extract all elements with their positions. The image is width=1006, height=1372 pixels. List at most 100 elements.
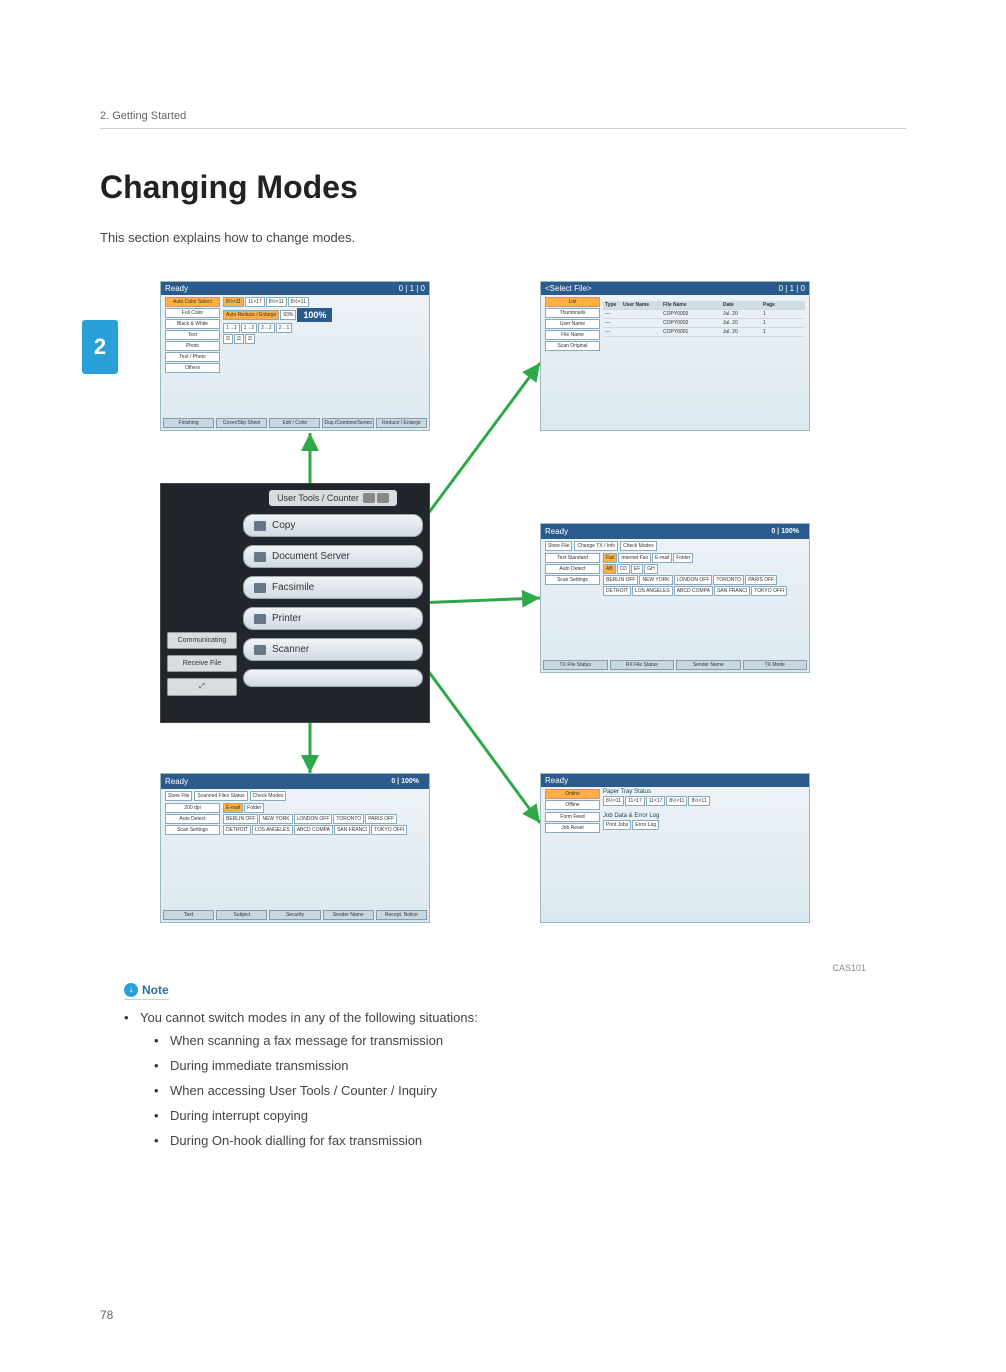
table-row[interactable]: — COPY0001 Jul. 20 1 xyxy=(603,328,805,337)
fax-tab[interactable]: Folder xyxy=(673,553,693,563)
menu-item-printer[interactable]: Printer xyxy=(243,607,423,630)
fax-top-btn[interactable]: Store File xyxy=(545,541,572,551)
tray-btn[interactable]: 8½×11 xyxy=(603,796,624,806)
dest-item[interactable]: NEW YORK xyxy=(259,814,292,824)
fax-side-btn[interactable]: Auto Detect xyxy=(545,564,600,574)
auto-reduce-btn[interactable]: Auto Reduce / Enlarge xyxy=(223,310,279,320)
staple-btn[interactable]: ⎚ xyxy=(223,334,233,344)
dest-item[interactable]: LONDON OFF xyxy=(674,575,713,585)
scanner-tab[interactable]: Folder xyxy=(244,803,264,813)
layout-btn[interactable]: 2→2 xyxy=(258,323,275,333)
scanner-footer-tab[interactable]: Subject xyxy=(216,910,267,920)
copier-side-btn[interactable]: Black & White xyxy=(165,319,220,329)
copier-footer-tab[interactable]: Dup./Combine/Series xyxy=(322,418,374,428)
paper-tray-btn[interactable]: 11×17 xyxy=(245,297,265,307)
scanner-footer-tab[interactable]: Text xyxy=(163,910,214,920)
tray-btn[interactable]: 8½×11 xyxy=(666,796,687,806)
dest-btn[interactable]: CD xyxy=(617,564,630,574)
copier-footer-tab[interactable]: Reduce / Enlarge xyxy=(376,418,427,428)
copier-side-btn[interactable]: Text xyxy=(165,330,220,340)
dest-item[interactable]: BERLIN OFF xyxy=(603,575,638,585)
copier-footer-tab[interactable]: Finishing xyxy=(163,418,214,428)
ds-left-tab[interactable]: File Name xyxy=(545,330,600,340)
ds-left-tab[interactable]: Scan Original xyxy=(545,341,600,351)
menu-item-scanner[interactable]: Scanner xyxy=(243,638,423,661)
dest-item[interactable]: TORONTO xyxy=(333,814,364,824)
scanner-footer-tab[interactable]: Security xyxy=(269,910,320,920)
error-log-btn[interactable]: Error Log xyxy=(632,820,659,830)
fax-side-btn[interactable]: Text Standard xyxy=(545,553,600,563)
tray-btn[interactable]: 11×17 xyxy=(625,796,645,806)
fax-tab[interactable]: E-mail xyxy=(652,553,672,563)
table-row[interactable]: — COPY0002 Jul. 20 1 xyxy=(603,319,805,328)
dest-item[interactable]: DETROIT xyxy=(603,586,631,596)
paper-tray-btn[interactable]: 8½×11 xyxy=(266,297,287,307)
print-jobs-btn[interactable]: Print Jobs xyxy=(603,820,631,830)
staple-btn[interactable]: ⎚ xyxy=(234,334,244,344)
scanner-top-btn[interactable]: Store File xyxy=(165,791,192,801)
fax-top-btn[interactable]: Check Modes xyxy=(620,541,657,551)
table-row[interactable]: — COPY0003 Jul. 20 1 xyxy=(603,310,805,319)
fax-side-btn[interactable]: Scan Settings xyxy=(545,575,600,585)
dest-item[interactable]: ABCD COMPA xyxy=(294,825,333,835)
scanner-side-btn[interactable]: Scan Settings xyxy=(165,825,220,835)
copier-side-btn[interactable]: Others xyxy=(165,363,220,373)
scanner-top-btn[interactable]: Scanned Files Status xyxy=(194,791,247,801)
dest-item[interactable]: PARIS OFF xyxy=(745,575,777,585)
printer-formfeed[interactable]: Form Feed xyxy=(545,812,600,822)
scanner-side-btn[interactable]: Auto Detect xyxy=(165,814,220,824)
dest-btn[interactable]: GH xyxy=(644,564,658,574)
menu-item-facsimile[interactable]: Facsimile xyxy=(243,576,423,599)
staple-btn[interactable]: ⎚ xyxy=(245,334,255,344)
dest-item[interactable]: TOKYO OFFI xyxy=(751,586,787,596)
layout-btn[interactable]: 2→1 xyxy=(276,323,293,333)
copier-side-btn[interactable]: Full Color xyxy=(165,308,220,318)
dest-item[interactable]: DETROIT xyxy=(223,825,251,835)
ds-left-tab[interactable]: List xyxy=(545,297,600,307)
fax-tab[interactable]: Fax xyxy=(603,553,617,563)
dest-item[interactable]: SAN FRANCI xyxy=(714,586,750,596)
scanner-tab[interactable]: E-mail xyxy=(223,803,243,813)
fax-side: Text Standard Auto Detect Scan Settings xyxy=(545,553,600,596)
ds-left-tab[interactable]: User Name xyxy=(545,319,600,329)
scanner-footer-tab[interactable]: Recept. Notice xyxy=(376,910,427,920)
fax-footer-tab[interactable]: TX File Status xyxy=(543,660,608,670)
dest-item[interactable]: NEW YORK xyxy=(639,575,672,585)
dest-item[interactable]: BERLIN OFF xyxy=(223,814,258,824)
fax-footer-tab[interactable]: TX Mode xyxy=(743,660,808,670)
dest-btn[interactable]: EF xyxy=(631,564,643,574)
dest-item[interactable]: LONDON OFF xyxy=(294,814,333,824)
fax-tab[interactable]: Internet Fax xyxy=(618,553,651,563)
scanner-top-btn[interactable]: Check Modes xyxy=(250,791,287,801)
copier-footer-tab[interactable]: Edit / Color xyxy=(269,418,320,428)
menu-item-copy[interactable]: Copy xyxy=(243,514,423,537)
fax-footer-tab[interactable]: Sender Name xyxy=(676,660,741,670)
menu-item-document-server[interactable]: Document Server xyxy=(243,545,423,568)
scanner-side-btn[interactable]: 200 dpi xyxy=(165,803,220,813)
printer-jobreset[interactable]: Job Reset xyxy=(545,823,600,833)
copier-side-btn[interactable]: Text / Photo xyxy=(165,352,220,362)
paper-tray-btn[interactable]: 8½×11 xyxy=(288,297,309,307)
dest-item[interactable]: SAN FRANCI xyxy=(334,825,370,835)
dest-item[interactable]: TOKYO OFFI xyxy=(371,825,407,835)
tray-btn[interactable]: 11×17 xyxy=(646,796,666,806)
fax-footer-tab[interactable]: RX File Status xyxy=(610,660,675,670)
dest-item[interactable]: PARIS OFF xyxy=(365,814,397,824)
copier-side-btn[interactable]: Photo xyxy=(165,341,220,351)
printer-offline-btn[interactable]: Offline xyxy=(545,800,600,810)
copier-footer-tab[interactable]: Cover/Slip Sheet xyxy=(216,418,267,428)
ds-left-tab[interactable]: Thumbnails xyxy=(545,308,600,318)
tray-btn[interactable]: 8½×11 xyxy=(688,796,709,806)
layout-btn[interactable]: 1→2 xyxy=(241,323,258,333)
fax-top-btn[interactable]: Change TX / Info xyxy=(574,541,618,551)
scanner-footer-tab[interactable]: Sender Name xyxy=(323,910,374,920)
dest-btn[interactable]: AB xyxy=(603,564,616,574)
paper-tray-btn[interactable]: 8½×11 xyxy=(223,297,244,307)
layout-btn[interactable]: 1→1 xyxy=(223,323,240,333)
dest-item[interactable]: LOS ANGELES xyxy=(632,586,673,596)
printer-online-btn[interactable]: Online xyxy=(545,789,600,799)
copier-side-btn[interactable]: Auto Color Select xyxy=(165,297,220,307)
dest-item[interactable]: TORONTO xyxy=(713,575,744,585)
dest-item[interactable]: LOS ANGELES xyxy=(252,825,293,835)
dest-item[interactable]: ABCD COMPA xyxy=(674,586,713,596)
